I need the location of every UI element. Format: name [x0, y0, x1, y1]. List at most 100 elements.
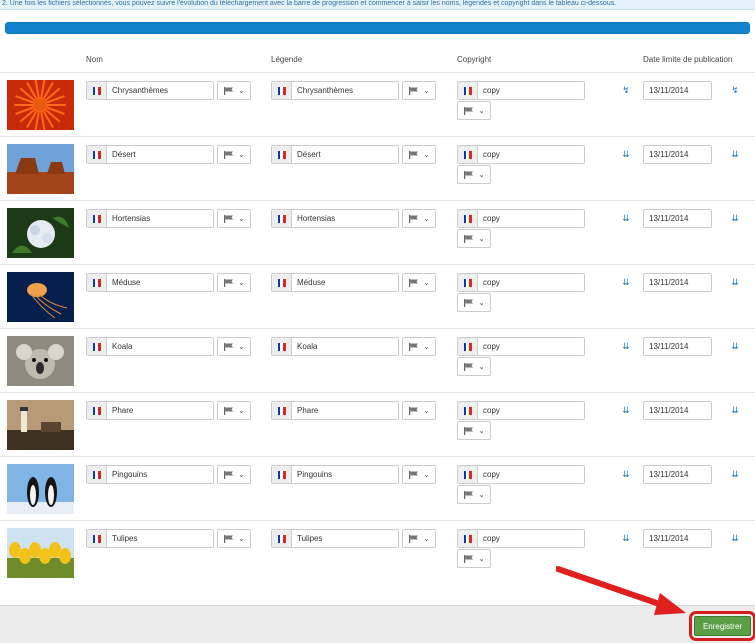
nom-language-select[interactable]: ⌄ [217, 209, 251, 228]
copyright-input[interactable]: copy [457, 209, 585, 228]
double-chevron-icon[interactable]: ⇊ [621, 533, 631, 543]
nom-input[interactable]: Chrysanthèmes [86, 81, 214, 100]
thumbnail-image [7, 272, 74, 322]
flag-outline-icon [224, 535, 233, 543]
date-input[interactable]: 13/11/2014 [643, 401, 712, 420]
copyright-language-select[interactable]: ⌄ [457, 485, 491, 504]
copyright-language-select[interactable]: ⌄ [457, 549, 491, 568]
copyright-input[interactable]: copy [457, 273, 585, 292]
double-chevron-icon[interactable]: ⇊ [621, 277, 631, 287]
copyright-value: copy [483, 86, 500, 95]
nom-language-select[interactable]: ⌄ [217, 145, 251, 164]
french-flag-icon [92, 470, 101, 479]
double-chevron-icon[interactable]: ⇊ [621, 405, 631, 415]
legende-input[interactable]: Phare [271, 401, 399, 420]
french-flag-icon [463, 470, 472, 479]
table-row: Pingouins ⌄ Pingouins ⌄ copy ⌄ ⇊ 13/11/2… [0, 456, 755, 520]
double-chevron-icon[interactable]: ⇊ [621, 341, 631, 351]
double-chevron-icon[interactable]: ⇊ [730, 469, 740, 479]
nom-language-select[interactable]: ⌄ [217, 401, 251, 420]
legende-input[interactable]: Hortensias [271, 209, 399, 228]
date-input[interactable]: 13/11/2014 [643, 337, 712, 356]
date-input[interactable]: 13/11/2014 [643, 145, 712, 164]
chevron-down-icon: ⌄ [423, 470, 430, 479]
date-input[interactable]: 13/11/2014 [643, 465, 712, 484]
date-input[interactable]: 13/11/2014 [643, 529, 712, 548]
double-chevron-icon[interactable]: ⇊ [730, 213, 740, 223]
legende-language-select[interactable]: ⌄ [402, 401, 436, 420]
chevron-down-icon: ⌄ [238, 86, 245, 95]
chevron-down-icon: ⌄ [238, 150, 245, 159]
french-flag-icon [277, 534, 286, 543]
copyright-input[interactable]: copy [457, 465, 585, 484]
date-input[interactable]: 13/11/2014 [643, 209, 712, 228]
copyright-language-select[interactable]: ⌄ [457, 229, 491, 248]
double-chevron-icon[interactable]: ⇊ [730, 533, 740, 543]
flag-outline-icon [224, 215, 233, 223]
copyright-language-select[interactable]: ⌄ [457, 101, 491, 120]
copyright-input[interactable]: copy [457, 81, 585, 100]
legende-language-select[interactable]: ⌄ [402, 337, 436, 356]
nom-language-select[interactable]: ⌄ [217, 273, 251, 292]
nom-input[interactable]: Désert [86, 145, 214, 164]
double-chevron-icon[interactable]: ⇊ [730, 149, 740, 159]
thumbnail-image [7, 464, 74, 514]
nom-input[interactable]: Hortensias [86, 209, 214, 228]
french-flag-icon [463, 534, 472, 543]
legende-input[interactable]: Chrysanthèmes [271, 81, 399, 100]
legende-language-select[interactable]: ⌄ [402, 81, 436, 100]
legende-value: Hortensias [297, 214, 336, 223]
legende-input[interactable]: Pingouins [271, 465, 399, 484]
copyright-input[interactable]: copy [457, 337, 585, 356]
legende-language-select[interactable]: ⌄ [402, 465, 436, 484]
copyright-input[interactable]: copy [457, 145, 585, 164]
nom-input[interactable]: Phare [86, 401, 214, 420]
date-value: 13/11/2014 [649, 342, 689, 351]
nom-language-select[interactable]: ⌄ [217, 81, 251, 100]
copyright-input[interactable]: copy [457, 401, 585, 420]
legende-value: Tulipes [297, 534, 323, 543]
legende-input[interactable]: Koala [271, 337, 399, 356]
save-button[interactable]: Enregistrer [689, 611, 755, 641]
legende-language-select[interactable]: ⌄ [402, 209, 436, 228]
thumbnail-image [7, 400, 74, 450]
legende-input[interactable]: Tulipes [271, 529, 399, 548]
double-chevron-icon[interactable]: ⇊ [621, 213, 631, 223]
chevron-down-icon: ⌄ [238, 214, 245, 223]
chevron-down-icon: ⌄ [238, 470, 245, 479]
thumbnail-image [7, 144, 74, 194]
double-chevron-icon[interactable]: ⇊ [621, 149, 631, 159]
french-flag-icon [463, 150, 472, 159]
bolt-icon[interactable]: ↯ [730, 85, 740, 95]
date-input[interactable]: 13/11/2014 [643, 81, 712, 100]
copyright-language-select[interactable]: ⌄ [457, 421, 491, 440]
copyright-language-select[interactable]: ⌄ [457, 293, 491, 312]
nom-language-select[interactable]: ⌄ [217, 465, 251, 484]
copyright-language-select[interactable]: ⌄ [457, 165, 491, 184]
nom-input[interactable]: Koala [86, 337, 214, 356]
copyright-input[interactable]: copy [457, 529, 585, 548]
nom-language-select[interactable]: ⌄ [217, 529, 251, 548]
legende-language-select[interactable]: ⌄ [402, 145, 436, 164]
nom-language-select[interactable]: ⌄ [217, 337, 251, 356]
chevron-down-icon: ⌄ [423, 534, 430, 543]
nom-input[interactable]: Pingouins [86, 465, 214, 484]
chevron-down-icon: ⌄ [478, 298, 485, 307]
date-input[interactable]: 13/11/2014 [643, 273, 712, 292]
nom-value: Pingouins [112, 470, 148, 479]
copyright-language-select[interactable]: ⌄ [457, 357, 491, 376]
copyright-value: copy [483, 534, 500, 543]
legende-language-select[interactable]: ⌄ [402, 529, 436, 548]
legende-input[interactable]: Désert [271, 145, 399, 164]
legende-language-select[interactable]: ⌄ [402, 273, 436, 292]
double-chevron-icon[interactable]: ⇊ [621, 469, 631, 479]
flag-outline-icon [409, 471, 418, 479]
double-chevron-icon[interactable]: ⇊ [730, 341, 740, 351]
legende-input[interactable]: Méduse [271, 273, 399, 292]
bolt-icon[interactable]: ↯ [621, 85, 631, 95]
nom-input[interactable]: Tulipes [86, 529, 214, 548]
nom-input[interactable]: Méduse [86, 273, 214, 292]
double-chevron-icon[interactable]: ⇊ [730, 405, 740, 415]
double-chevron-icon[interactable]: ⇊ [730, 277, 740, 287]
chevron-down-icon: ⌄ [238, 406, 245, 415]
